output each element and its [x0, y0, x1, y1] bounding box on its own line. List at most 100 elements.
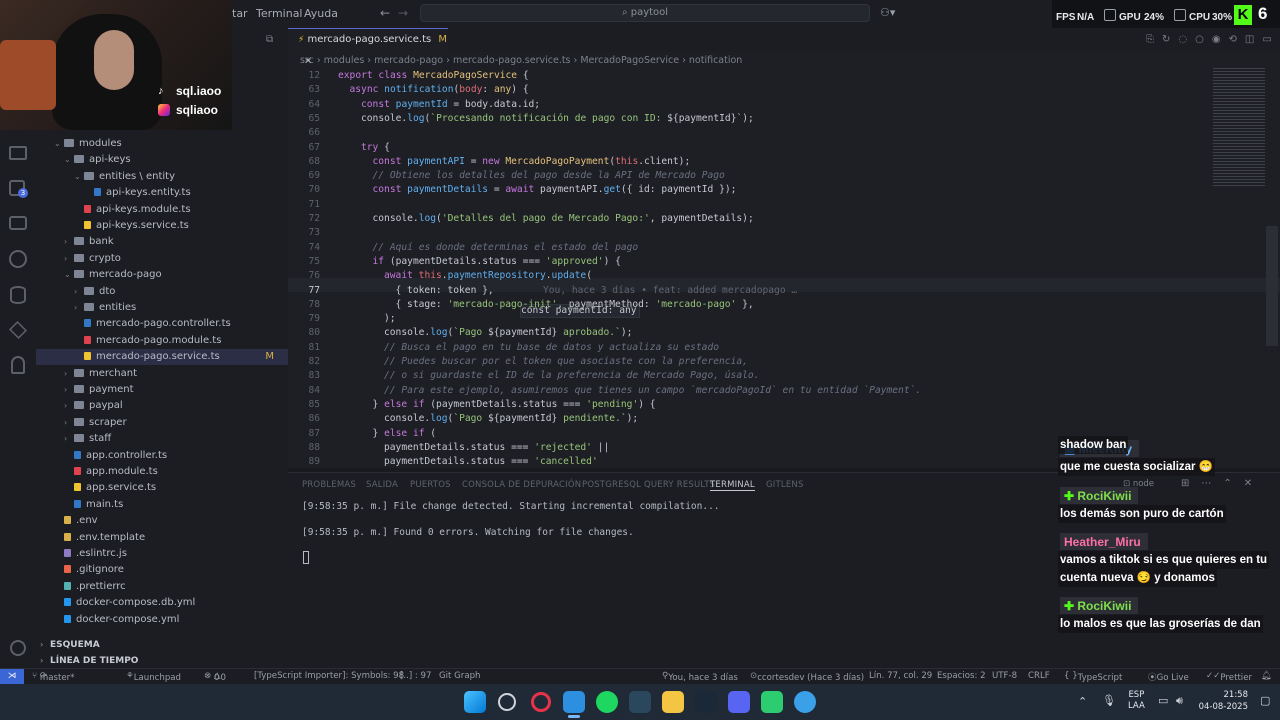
code-line[interactable]: paymentDetails.status === 'cancelled'	[384, 456, 598, 467]
explorer-item[interactable]: api-keys.entity.ts	[36, 185, 288, 201]
explorer-item[interactable]: docker-compose.db.yml	[36, 595, 288, 611]
panel-tab[interactable]: PROBLEMAS	[302, 480, 356, 490]
explorer-item[interactable]: mercado-pago.module.ts	[36, 333, 288, 349]
code-line[interactable]: // Busca el pago en tu base de datos y a…	[384, 342, 719, 353]
panel-tab[interactable]: POSTGRESQL QUERY RESULTS	[582, 480, 715, 490]
code-line[interactable]: export class MercadoPagoService {	[338, 70, 529, 81]
remote-explorer-icon[interactable]	[9, 216, 27, 230]
explorer-item[interactable]: docker-compose.yml	[36, 612, 288, 628]
code-line[interactable]: );	[384, 313, 396, 324]
go-live-button[interactable]: ⦿ Go Live	[1148, 671, 1189, 683]
eol-status[interactable]: CRLF	[1028, 671, 1050, 681]
layers-icon[interactable]	[8, 320, 28, 340]
back-arrow-icon[interactable]: ←	[380, 6, 390, 20]
microphone-icon[interactable]: 🎙︎	[1102, 694, 1116, 707]
panel-tab[interactable]: SALIDA	[366, 480, 398, 490]
explorer-item[interactable]: app.controller.ts	[36, 448, 288, 464]
explorer-item[interactable]: › dto	[36, 284, 288, 300]
settings-gear-icon[interactable]	[10, 640, 26, 656]
code-line[interactable]: // Aquí es donde determinas el estado de…	[373, 242, 639, 253]
explorer-item[interactable]: api-keys.service.ts	[36, 218, 288, 234]
file-explorer-icon[interactable]	[662, 691, 684, 713]
explorer-item[interactable]: mercado-pago.controller.ts	[36, 316, 288, 332]
timeline-section[interactable]: › LÍNEA DE TIEMPO	[40, 653, 138, 669]
steam-secondary-icon[interactable]	[695, 691, 717, 713]
explorer-item[interactable]: ⌄ api-keys	[36, 152, 288, 168]
explorer-item[interactable]: › merchant	[36, 366, 288, 382]
code-line[interactable]: // Puedes buscar por el token que asocia…	[384, 356, 748, 367]
opera-gx-icon[interactable]	[531, 692, 551, 712]
panel-tab[interactable]: TERMINAL	[710, 480, 755, 491]
run-debug-icon[interactable]	[9, 146, 27, 160]
remote-indicator-icon[interactable]: ⋊	[0, 669, 24, 685]
language-mode[interactable]: { } TypeScript	[1064, 671, 1122, 683]
windows-start-icon[interactable]	[464, 691, 486, 713]
code-line[interactable]: const paymentDetails = await paymentAPI.…	[373, 184, 737, 195]
code-line[interactable]: { stage: 'mercado-pago-init', paymentMet…	[396, 299, 754, 310]
ts-importer-status[interactable]: [TypeScript Importer]: Symbols: 98	[254, 671, 404, 681]
explorer-item[interactable]: › payment	[36, 382, 288, 398]
explorer-item[interactable]: .eslintrc.js	[36, 546, 288, 562]
explorer-item[interactable]: › bank	[36, 234, 288, 250]
panel-tab[interactable]: GITLENS	[766, 480, 804, 490]
code-line[interactable]: // Obtiene los detalles del pago desde l…	[373, 170, 725, 181]
clock[interactable]: 21:58 04-08-2025	[1198, 689, 1248, 713]
network-icon[interactable]: ▭	[1158, 694, 1168, 707]
breadcrumb-segment[interactable]: notification	[689, 55, 742, 66]
menu-terminal[interactable]: Terminal	[256, 7, 303, 20]
explorer-item[interactable]: mercado-pago.service.ts M	[36, 349, 288, 366]
breadcrumb-segment[interactable]: MercadoPagoService	[580, 55, 679, 66]
code-line[interactable]: } else if (paymentDetails.status === 'pe…	[373, 399, 656, 410]
command-center-search[interactable]: ⌕ paytool	[420, 4, 870, 22]
panel-tab[interactable]: PUERTOS	[410, 480, 451, 490]
cursor-position[interactable]: Lín. 77, col. 29	[869, 671, 932, 681]
steam-icon[interactable]	[629, 691, 651, 713]
app-green-icon[interactable]	[761, 691, 783, 713]
blame-status[interactable]: ⚲ You, hace 3 días	[662, 671, 738, 683]
explorer-item[interactable]: app.service.ts	[36, 480, 288, 496]
selection-status[interactable]: [..] : 97	[400, 671, 431, 681]
spotify-icon[interactable]	[596, 691, 618, 713]
vscode-icon[interactable]	[563, 691, 585, 713]
code-line[interactable]: paymentDetails.status === 'rejected' ||	[384, 442, 609, 453]
collapse-all-icon[interactable]: ⧉	[266, 34, 273, 45]
code-line[interactable]: console.log(`Pago ${paymentId} aprobado.…	[384, 327, 632, 338]
branch-indicator[interactable]: ⑂ master* ⟳	[32, 671, 75, 683]
explorer-item[interactable]: ⌄ modules	[36, 136, 288, 152]
tab-mercado-pago-service[interactable]: ⚡ mercado-pago.service.ts M ✕	[288, 28, 448, 67]
explorer-item[interactable]: ⌄ entities \ entity	[36, 169, 288, 185]
encoding-status[interactable]: UTF-8	[992, 671, 1017, 681]
notifications-bell-icon[interactable]: 🔔︎	[1261, 671, 1272, 681]
code-line[interactable]: async notification(body: any) {	[350, 84, 529, 95]
language-indicator[interactable]: ESP LAA	[1128, 690, 1145, 712]
author-status[interactable]: ⊙ ccortesdev (Hace 3 días)	[750, 671, 864, 683]
breadcrumb-segment[interactable]: mercado-pago.service.ts	[453, 55, 571, 66]
explorer-item[interactable]: › entities	[36, 300, 288, 316]
postgres-icon[interactable]	[11, 356, 25, 374]
breadcrumb-segment[interactable]: src	[300, 55, 314, 66]
database-icon[interactable]	[10, 286, 26, 304]
explorer-item[interactable]: › paypal	[36, 398, 288, 414]
app-blue-icon[interactable]	[794, 691, 816, 713]
code-line[interactable]: // o si guardaste el ID de la preferenci…	[384, 370, 759, 381]
indentation-status[interactable]: Espacios: 2	[937, 671, 986, 681]
outline-section[interactable]: › ESQUEMA	[40, 637, 100, 653]
explorer-item[interactable]: › staff	[36, 431, 288, 447]
code-line[interactable]: const paymentId = body.data.id;	[361, 99, 540, 110]
breadcrumb-segment[interactable]: mercado-pago	[374, 55, 443, 66]
code-line[interactable]: // Para este ejemplo, asumiremos que tie…	[384, 385, 921, 396]
editor-actions-toolbar[interactable]: ⎘↻◌○◉⟲◫▭	[1146, 34, 1280, 45]
explorer-item[interactable]: app.module.ts	[36, 464, 288, 480]
explorer-item[interactable]: .env	[36, 513, 288, 529]
problems-indicator[interactable]: ⊗ 0 △ 0	[204, 671, 226, 683]
explorer-item[interactable]: api-keys.module.ts	[36, 202, 288, 218]
menu-selection-partial[interactable]: tar	[232, 7, 248, 20]
panel-tab[interactable]: CONSOLA DE DEPURACIÓN	[462, 480, 581, 490]
explorer-item[interactable]: › crypto	[36, 251, 288, 267]
git-graph-button[interactable]: Git Graph	[439, 671, 481, 681]
code-line[interactable]: console.log('Detalles del pago de Mercad…	[373, 213, 754, 224]
breadcrumb-segment[interactable]: modules	[324, 55, 365, 66]
forward-arrow-icon[interactable]: →	[398, 6, 408, 20]
search-taskbar-icon[interactable]	[498, 693, 516, 711]
explorer-item[interactable]: .env.template	[36, 530, 288, 546]
